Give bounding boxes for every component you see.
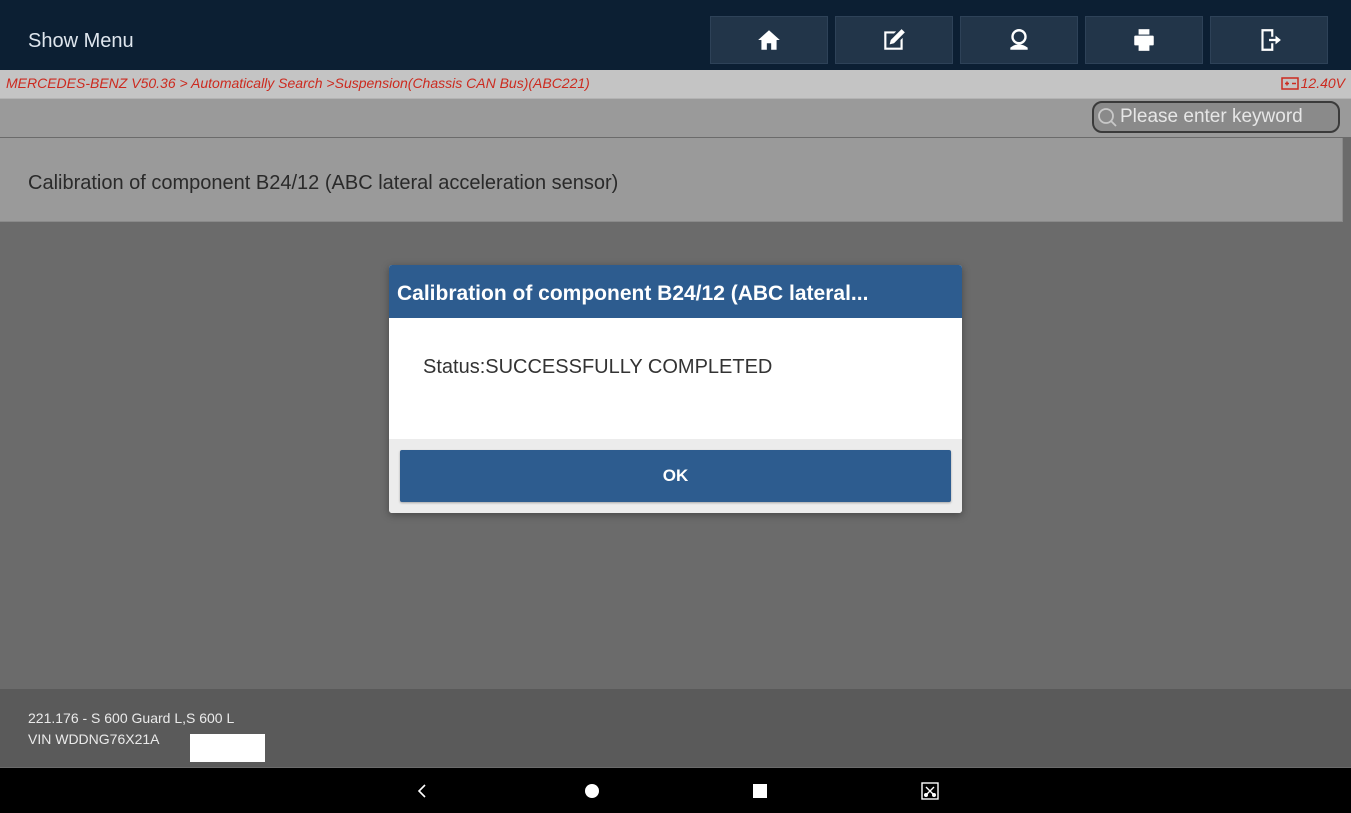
vin-redaction — [190, 734, 265, 762]
nav-back-button[interactable] — [410, 780, 434, 802]
vehicle-model: 221.176 - S 600 Guard L,S 600 L — [28, 710, 235, 726]
top-toolbar: Show Menu — [0, 0, 1351, 70]
home-icon — [758, 30, 780, 50]
exit-icon — [1261, 29, 1281, 51]
voltage-value: 12.40V — [1300, 75, 1345, 91]
list-item[interactable]: Calibration of component B24/12 (ABC lat… — [0, 138, 1343, 222]
ok-button[interactable]: OK — [400, 450, 951, 502]
list-item-label: Calibration of component B24/12 (ABC lat… — [28, 172, 619, 194]
battery-voltage: 12.40V — [1280, 75, 1345, 91]
result-dialog: Calibration of component B24/12 (ABC lat… — [389, 265, 962, 513]
exit-button[interactable] — [1210, 16, 1328, 64]
back-icon — [417, 784, 426, 798]
remote-support-button[interactable] — [960, 16, 1078, 64]
dialog-title: Calibration of component B24/12 (ABC lat… — [389, 265, 962, 318]
home-circle-icon — [585, 784, 599, 798]
search-box[interactable] — [1092, 101, 1340, 133]
breadcrumb: MERCEDES-BENZ V50.36 > Automatically Sea… — [6, 75, 590, 91]
breadcrumb-bar: MERCEDES-BENZ V50.36 > Automatically Sea… — [0, 70, 1351, 99]
edit-report-button[interactable] — [835, 16, 953, 64]
search-row — [0, 99, 1351, 137]
vehicle-vin: VIN WDDNG76X21A — [28, 731, 160, 747]
print-icon — [1134, 29, 1154, 51]
show-menu-button[interactable]: Show Menu — [28, 30, 134, 53]
home-button[interactable] — [710, 16, 828, 64]
android-nav-bar — [0, 768, 1351, 813]
nav-home-button[interactable] — [580, 780, 604, 802]
remote-support-icon — [1010, 29, 1028, 50]
battery-icon — [1280, 77, 1299, 90]
nav-screenshot-button[interactable] — [918, 780, 942, 802]
screenshot-icon — [921, 782, 939, 800]
dialog-message: Status:SUCCESSFULLY COMPLETED — [423, 356, 773, 378]
vehicle-info-bar: 221.176 - S 600 Guard L,S 600 L VIN WDDN… — [0, 689, 1351, 767]
search-icon — [1098, 108, 1117, 127]
nav-recents-button[interactable] — [748, 780, 772, 802]
recents-icon — [753, 784, 767, 798]
print-button[interactable] — [1085, 16, 1203, 64]
dialog-footer: OK — [389, 439, 962, 513]
edit-report-icon — [884, 29, 905, 50]
search-input[interactable] — [1118, 106, 1338, 128]
